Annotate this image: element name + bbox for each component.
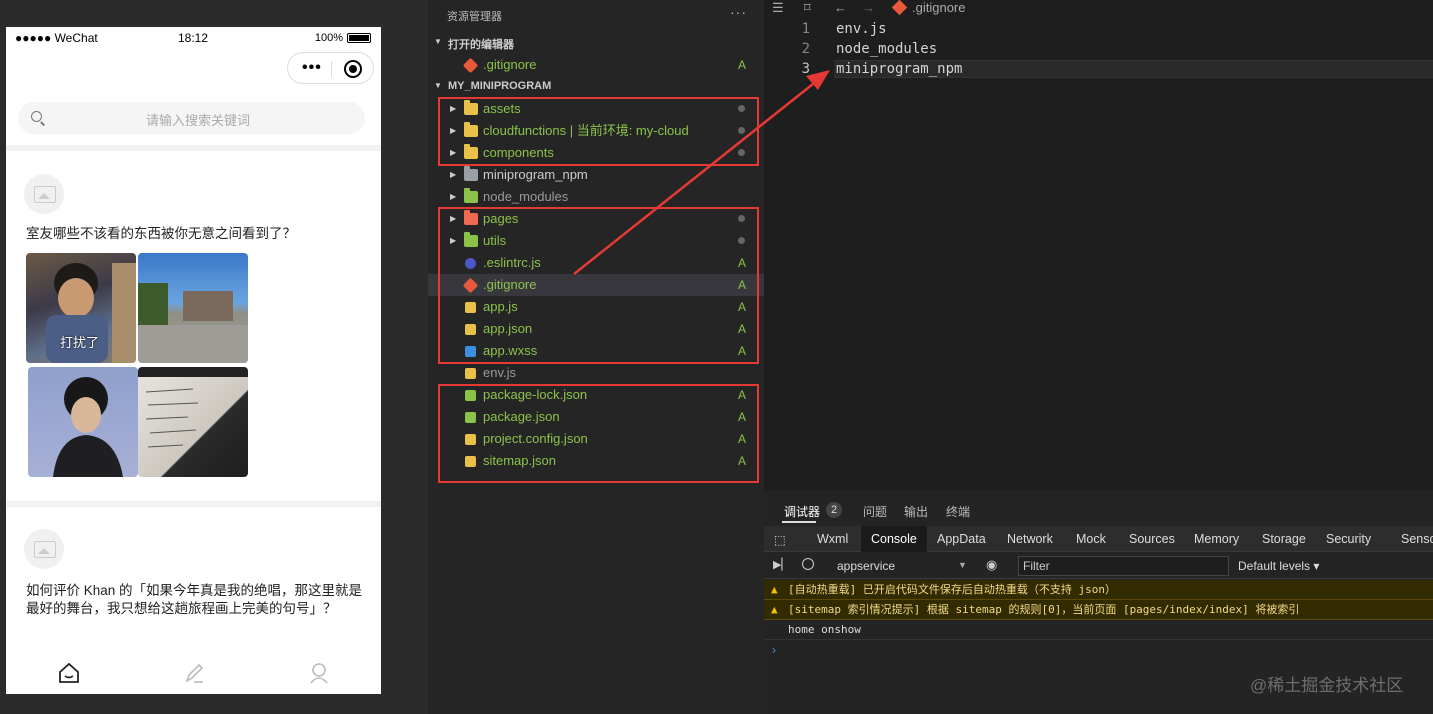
- tab-storage[interactable]: Storage: [1262, 532, 1306, 546]
- tab-terminal[interactable]: 终端: [946, 503, 970, 520]
- clear-console-icon[interactable]: [802, 558, 814, 570]
- active-tab-underline: [782, 521, 816, 523]
- console-log: home onshow: [764, 620, 1433, 640]
- debug-panel: 调试器 2 问题 输出 终端 ⬚ Wxml Console AppData Ne…: [764, 490, 1433, 714]
- console-prompt-icon[interactable]: ›: [772, 643, 776, 657]
- tab-debugger[interactable]: 调试器: [784, 503, 820, 520]
- eye-icon[interactable]: ◉: [986, 557, 997, 573]
- filter-input[interactable]: Filter: [1018, 556, 1229, 576]
- tab-wxml[interactable]: Wxml: [817, 532, 848, 546]
- warning-icon: ▲: [771, 603, 778, 616]
- warning-icon: ▲: [771, 583, 778, 596]
- inspect-icon[interactable]: ⬚: [774, 532, 786, 547]
- chevron-down-icon[interactable]: ▼: [958, 560, 967, 570]
- tab-problems[interactable]: 问题: [863, 503, 887, 520]
- tab-appdata[interactable]: AppData: [937, 532, 986, 546]
- tab-console[interactable]: Console: [861, 526, 927, 552]
- devtools-tabs: ⬚ Wxml Console AppData Network Mock Sour…: [764, 526, 1433, 552]
- tab-security[interactable]: Security: [1326, 532, 1371, 546]
- sidebar-toggle-icon[interactable]: ▶▏: [773, 558, 790, 571]
- tab-network[interactable]: Network: [1007, 532, 1053, 546]
- console-toolbar: ▶▏ appservice ▼ ◉ Filter Default levels …: [764, 553, 1433, 579]
- console-warning: ▲ [自动热重载] 已开启代码文件保存后自动热重载（不支持 json）: [764, 580, 1433, 600]
- tab-sensors[interactable]: Senso: [1401, 532, 1433, 546]
- context-select[interactable]: appservice: [837, 559, 895, 573]
- tab-mock[interactable]: Mock: [1076, 532, 1106, 546]
- tab-sources[interactable]: Sources: [1129, 532, 1175, 546]
- debugger-count-badge: 2: [826, 502, 842, 518]
- tab-memory[interactable]: Memory: [1194, 532, 1239, 546]
- log-levels-select[interactable]: Default levels ▾: [1238, 559, 1319, 573]
- panel-tabs: 调试器 2 问题 输出 终端: [764, 500, 1433, 522]
- ide-window: ●●●●● WeChat 18:12 100% ••• 请输入搜索关键词 室友哪…: [0, 0, 1433, 714]
- tab-output[interactable]: 输出: [904, 503, 928, 520]
- console-warning: ▲ [sitemap 索引情况提示] 根据 sitemap 的规则[0]，当前页…: [764, 600, 1433, 620]
- watermark: @稀土掘金技术社区: [1250, 676, 1404, 695]
